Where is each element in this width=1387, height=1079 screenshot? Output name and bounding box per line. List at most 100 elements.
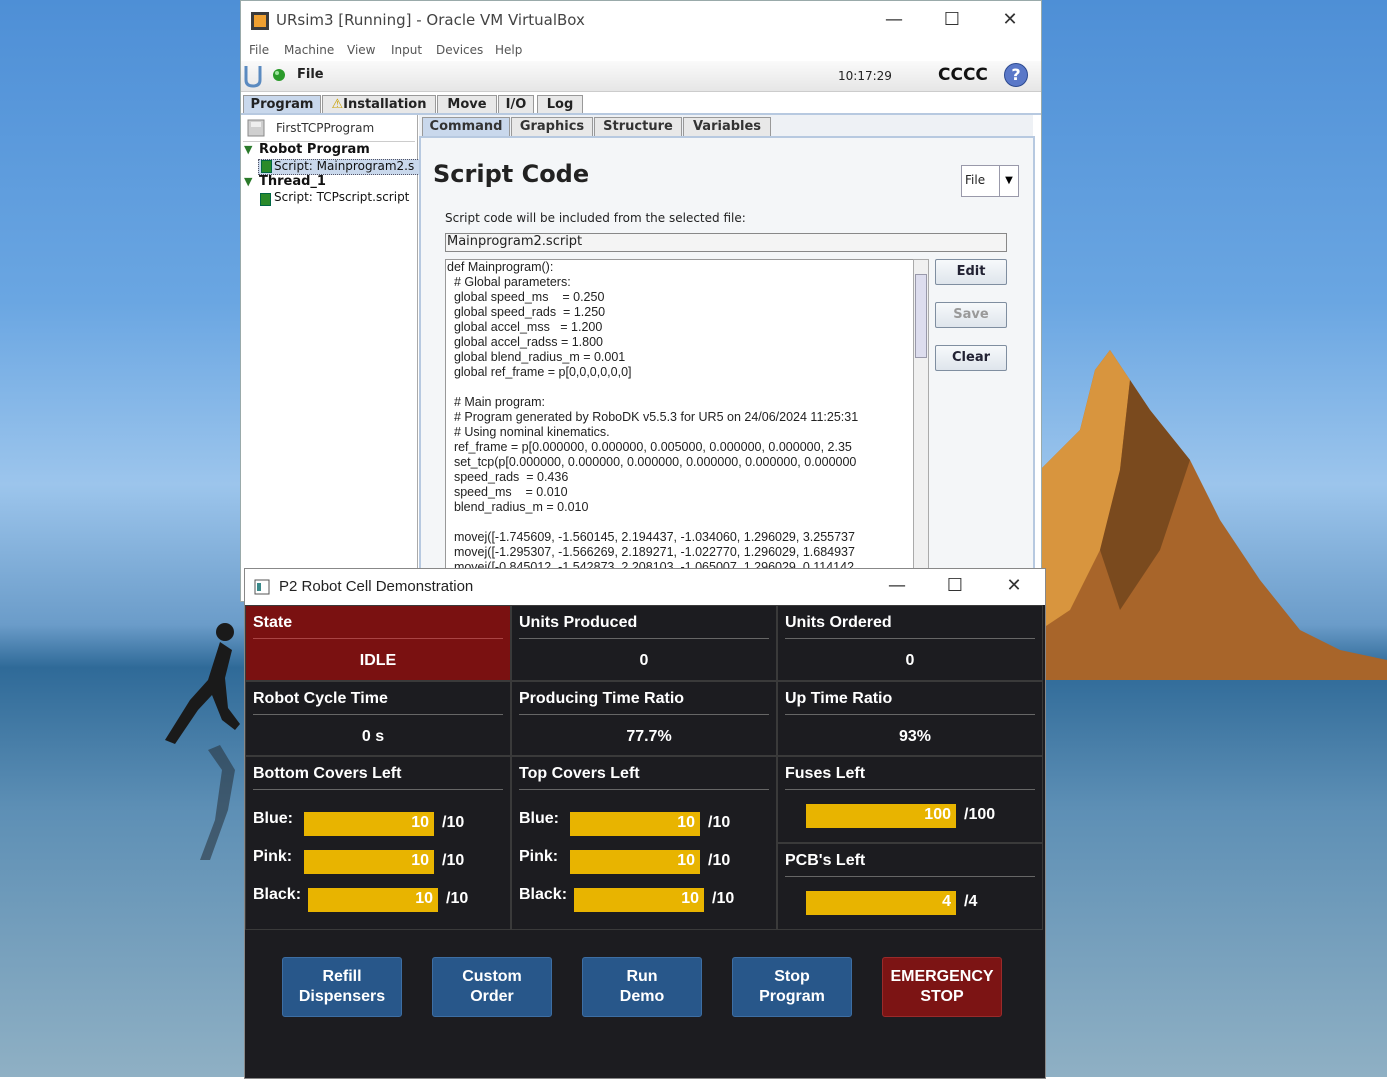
code-line: speed_ms = 0.010 [447,485,568,499]
level-bar: 100 [806,804,956,828]
code-line: global accel_radss = 1.800 [447,335,604,349]
divider [519,789,769,790]
level-value: 10 [415,890,433,907]
refill-dispensers-button[interactable]: Refill Dispensers [282,957,402,1017]
level-value: 4 [942,893,951,910]
pcbs-label: PCB's Left [785,852,866,869]
custom-order-button[interactable]: Custom Order [432,957,552,1017]
app-window-icon [254,579,270,595]
menu-input[interactable]: Input [391,43,422,57]
state-panel: State IDLE [245,605,511,681]
menu-help[interactable]: Help [495,43,522,57]
expand-icon[interactable]: ▼ [244,143,252,156]
button-label: EMERGENCY [890,968,994,985]
robot-cell-window: P2 Robot Cell Demonstration — ☐ ✕ State … [244,568,1046,1079]
tab-structure[interactable]: Structure [594,117,682,136]
tab-io[interactable]: I/O [498,95,534,114]
close-button[interactable]: ✕ [994,573,1034,599]
units-ordered-value: 0 [905,652,915,669]
stop-program-button[interactable]: Stop Program [732,957,852,1017]
script-icon [261,160,272,173]
tab-installation[interactable]: ⚠Installation [322,95,436,114]
cycle-time-panel: Robot Cycle Time 0 s [245,681,511,756]
scrollbar-thumb[interactable] [915,274,927,358]
menu-devices[interactable]: Devices [436,43,483,57]
code-scrollbar[interactable] [913,259,929,581]
minimize-button[interactable]: — [877,573,917,599]
menu-view[interactable]: View [347,43,375,57]
virtualbox-window: URsim3 [Running] - Oracle VM VirtualBox … [240,0,1042,602]
divider [253,638,503,639]
row-label: Black: [519,886,568,903]
code-line: speed_rads = 0.436 [447,470,569,484]
state-label: State [253,614,293,631]
divider [253,789,503,790]
rock-island-image [1040,350,1387,680]
tab-command[interactable]: Command [422,117,510,136]
ur-logo-icon [244,66,262,88]
divider [519,714,769,715]
fuses-panel: Fuses Left 100 /100 [777,756,1043,843]
code-line: # Using nominal kinematics. [447,425,610,439]
tab-move[interactable]: Move [437,95,497,114]
button-label: Dispensers [298,988,386,1005]
source-select[interactable]: File ▼ [961,165,1019,197]
ur-header-bar: File 10:17:29 CCCC ? [241,61,1041,92]
help-icon[interactable]: ? [1004,63,1028,87]
maximize-button[interactable]: ☐ [935,573,975,599]
code-line: movej([-1.295307, -1.566269, 2.189271, -… [447,545,855,559]
pcbs-panel: PCB's Left 4 /4 [777,843,1043,930]
divider [253,714,503,715]
divider [785,876,1035,877]
clear-button[interactable]: Clear [935,345,1007,371]
button-label: STOP [920,988,964,1005]
chevron-down-icon[interactable]: ▼ [999,166,1018,196]
tab-variables[interactable]: Variables [683,117,771,136]
tab-log[interactable]: Log [537,95,583,114]
uptime-ratio-label: Up Time Ratio [785,690,893,707]
level-max: /10 [712,890,735,907]
save-button[interactable]: Save [935,302,1007,328]
run-demo-button[interactable]: Run Demo [582,957,702,1017]
level-bar: 10 [574,888,704,912]
level-max: /100 [964,806,996,823]
code-line: global speed_ms = 0.250 [447,290,605,304]
tree-robot-program[interactable]: Robot Program [259,142,370,157]
tab-program[interactable]: Program [243,95,321,114]
row-label: Pink: [253,848,293,865]
row-label: Blue: [253,810,293,827]
expand-icon[interactable]: ▼ [244,175,252,188]
level-max: /10 [442,814,465,831]
cycle-time-value: 0 s [361,728,385,745]
tab-graphics[interactable]: Graphics [511,117,593,136]
edit-button[interactable]: Edit [935,259,1007,285]
maximize-button[interactable]: ☐ [932,7,972,33]
filename-field[interactable]: Mainprogram2.script [445,233,1007,252]
save-disk-icon[interactable] [247,119,265,137]
state-value: IDLE [359,652,397,669]
level-max: /4 [964,893,978,910]
code-line: blend_radius_m = 0.010 [447,500,589,514]
emergency-stop-button[interactable]: EMERGENCY STOP [882,957,1002,1017]
menu-machine[interactable]: Machine [284,43,334,57]
close-button[interactable]: ✕ [990,7,1030,33]
clock: 10:17:29 [838,69,892,83]
program-name: FirstTCPProgram [276,121,375,135]
minimize-button[interactable]: — [874,7,914,33]
code-line: global blend_radius_m = 0.001 [447,350,626,364]
bottom-covers-panel: Bottom Covers Left Blue: 10 /10 Pink: 10… [245,756,511,930]
script-code-area[interactable]: def Mainprogram(): # Global parameters: … [445,259,915,581]
tree-item-selected[interactable]: Script: Mainprogram2.s [258,159,420,175]
tree-script-2[interactable]: Script: TCPscript.script [274,190,409,204]
tree-thread[interactable]: Thread_1 [259,174,326,189]
top-covers-panel: Top Covers Left Blue: 10 /10 Pink: 10 /1… [511,756,777,930]
divider [519,638,769,639]
command-body: Script Code File ▼ Script code will be i… [419,136,1035,601]
fuses-label: Fuses Left [785,765,866,782]
ur-file-menu[interactable]: File [297,67,324,82]
code-line: movej([-1.745609, -1.560145, 2.194437, -… [447,530,855,544]
producing-ratio-label: Producing Time Ratio [519,690,685,707]
menu-file[interactable]: File [249,43,269,57]
